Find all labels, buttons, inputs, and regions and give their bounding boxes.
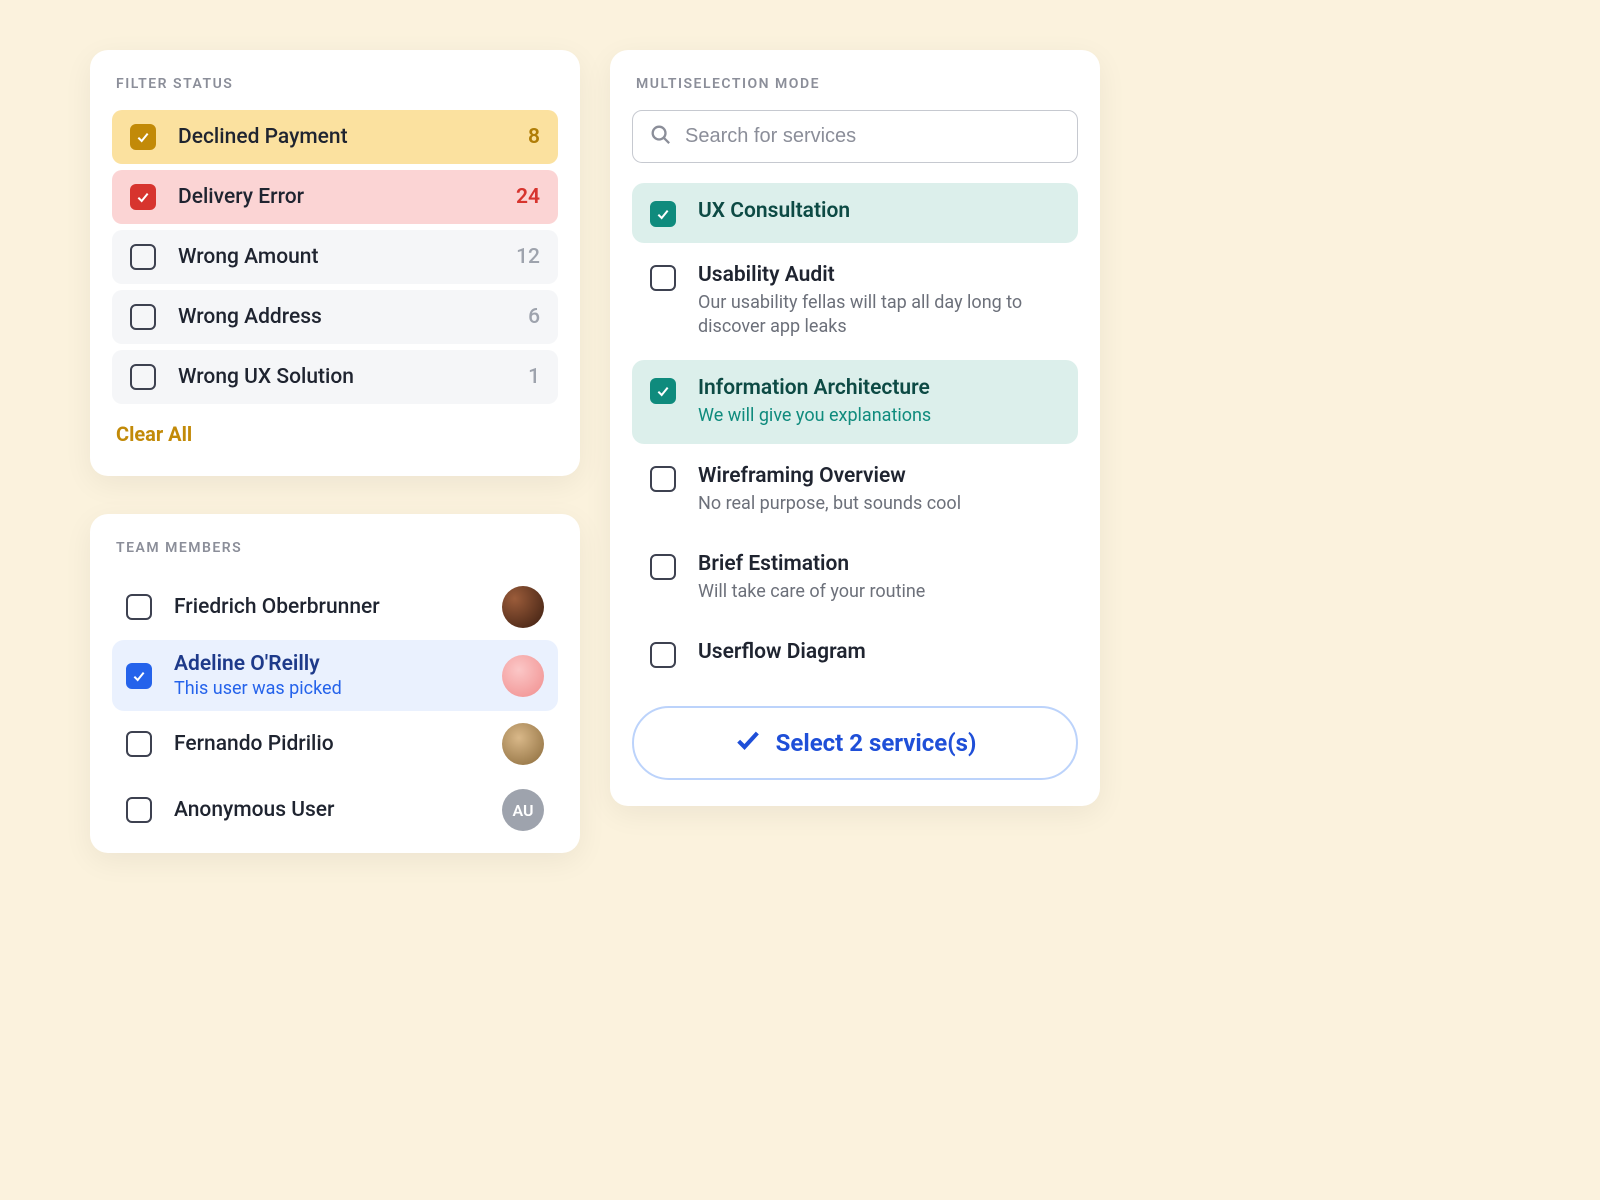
member-subtitle: This user was picked <box>174 678 342 699</box>
filter-item-delivery-error[interactable]: Delivery Error 24 <box>112 170 558 224</box>
service-list: UX Consultation Usability Audit Our usab… <box>632 183 1078 684</box>
filter-status-card: FILTER STATUS Declined Payment 8 Deliver… <box>90 50 580 476</box>
search-input[interactable] <box>685 125 1061 148</box>
avatar <box>502 723 544 765</box>
filter-item-count: 6 <box>528 305 540 329</box>
filter-status-heading: FILTER STATUS <box>112 76 558 92</box>
member-item-anonymous[interactable]: Anonymous User AU <box>112 777 558 843</box>
filter-item-label: Wrong Amount <box>178 245 318 269</box>
checkbox-unchecked-icon[interactable] <box>650 466 676 492</box>
service-description: Will take care of your routine <box>698 580 925 604</box>
search-box[interactable] <box>632 110 1078 163</box>
filter-item-declined-payment[interactable]: Declined Payment 8 <box>112 110 558 164</box>
checkbox-checked-icon[interactable] <box>650 201 676 227</box>
service-item-userflow-diagram[interactable]: Userflow Diagram <box>632 624 1078 684</box>
filter-item-wrong-ux-solution[interactable]: Wrong UX Solution 1 <box>112 350 558 404</box>
filter-status-list: Declined Payment 8 Delivery Error 24 Wro… <box>112 110 558 404</box>
service-item-information-architecture[interactable]: Information Architecture We will give yo… <box>632 360 1078 444</box>
service-item-wireframing-overview[interactable]: Wireframing Overview No real purpose, bu… <box>632 448 1078 532</box>
clear-all-link[interactable]: Clear All <box>112 404 196 450</box>
search-icon <box>649 123 685 150</box>
checkbox-unchecked-icon[interactable] <box>650 554 676 580</box>
service-description: Our usability fellas will tap all day lo… <box>698 291 1060 340</box>
member-name: Fernando Pidrilio <box>174 732 334 756</box>
team-members-list: Friedrich Oberbrunner Adeline O'Reilly T… <box>112 574 558 843</box>
checkbox-checked-icon[interactable] <box>130 184 156 210</box>
service-item-ux-consultation[interactable]: UX Consultation <box>632 183 1078 243</box>
filter-item-wrong-amount[interactable]: Wrong Amount 12 <box>112 230 558 284</box>
member-name: Friedrich Oberbrunner <box>174 595 380 619</box>
service-title: Brief Estimation <box>698 552 925 576</box>
filter-item-count: 24 <box>516 185 540 209</box>
member-item-adeline[interactable]: Adeline O'Reilly This user was picked <box>112 640 558 711</box>
service-title: UX Consultation <box>698 199 850 223</box>
filter-item-label: Wrong Address <box>178 305 322 329</box>
filter-item-count: 8 <box>528 125 540 149</box>
member-item-friedrich[interactable]: Friedrich Oberbrunner <box>112 574 558 640</box>
checkbox-unchecked-icon[interactable] <box>650 265 676 291</box>
service-title: Usability Audit <box>698 263 1060 287</box>
checkbox-unchecked-icon[interactable] <box>126 731 152 757</box>
checkbox-checked-icon[interactable] <box>650 378 676 404</box>
check-icon <box>734 726 762 760</box>
checkbox-checked-icon[interactable] <box>126 663 152 689</box>
service-item-brief-estimation[interactable]: Brief Estimation Will take care of your … <box>632 536 1078 620</box>
services-heading: MULTISELECTION MODE <box>632 76 1078 92</box>
avatar <box>502 655 544 697</box>
filter-item-label: Declined Payment <box>178 125 348 149</box>
member-name: Anonymous User <box>174 798 334 822</box>
checkbox-unchecked-icon[interactable] <box>650 642 676 668</box>
service-description: We will give you explanations <box>698 404 931 428</box>
team-members-heading: TEAM MEMBERS <box>112 540 558 556</box>
member-name: Adeline O'Reilly <box>174 652 342 676</box>
checkbox-unchecked-icon[interactable] <box>130 244 156 270</box>
services-card: MULTISELECTION MODE UX Consultation Usab… <box>610 50 1100 806</box>
service-title: Userflow Diagram <box>698 640 866 664</box>
filter-item-label: Wrong UX Solution <box>178 365 354 389</box>
filter-item-label: Delivery Error <box>178 185 304 209</box>
avatar-initials: AU <box>502 789 544 831</box>
service-title: Information Architecture <box>698 376 931 400</box>
service-item-usability-audit[interactable]: Usability Audit Our usability fellas wil… <box>632 247 1078 356</box>
select-services-button[interactable]: Select 2 service(s) <box>632 706 1078 780</box>
checkbox-unchecked-icon[interactable] <box>130 304 156 330</box>
member-item-fernando[interactable]: Fernando Pidrilio <box>112 711 558 777</box>
service-description: No real purpose, but sounds cool <box>698 492 961 516</box>
filter-item-wrong-address[interactable]: Wrong Address 6 <box>112 290 558 344</box>
service-title: Wireframing Overview <box>698 464 961 488</box>
select-services-label: Select 2 service(s) <box>776 729 977 757</box>
checkbox-checked-icon[interactable] <box>130 124 156 150</box>
avatar <box>502 586 544 628</box>
filter-item-count: 12 <box>516 245 540 269</box>
filter-item-count: 1 <box>528 365 540 389</box>
checkbox-unchecked-icon[interactable] <box>130 364 156 390</box>
checkbox-unchecked-icon[interactable] <box>126 594 152 620</box>
checkbox-unchecked-icon[interactable] <box>126 797 152 823</box>
team-members-card: TEAM MEMBERS Friedrich Oberbrunner Adeli… <box>90 514 580 853</box>
